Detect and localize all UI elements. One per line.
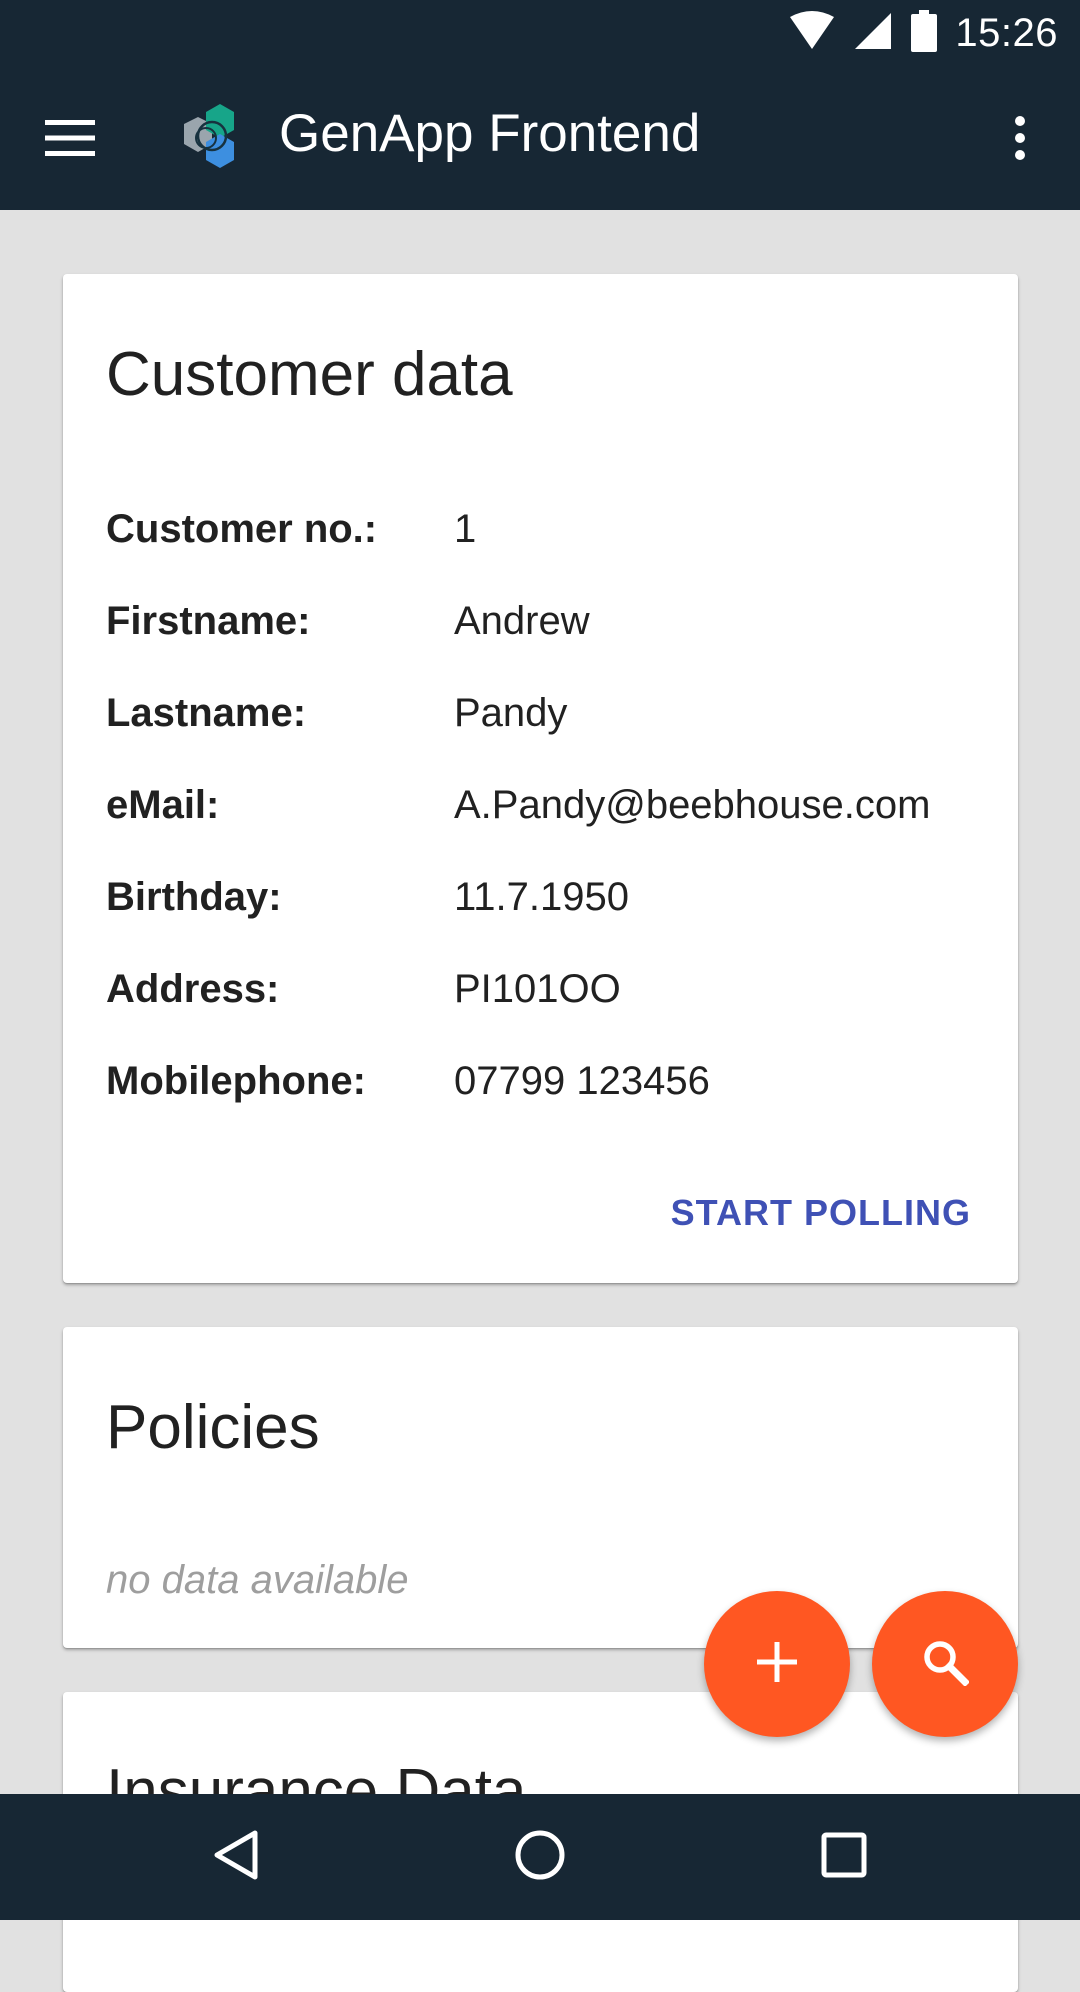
field-value: 11.7.1950 (454, 875, 629, 919)
app-logo (176, 102, 246, 172)
navigation-bar (0, 1794, 1080, 1920)
field-row-mobilephone: Mobilephone: 07799 123456 (106, 1056, 986, 1106)
status-time: 15:26 (955, 10, 1058, 55)
wifi-icon (789, 10, 835, 56)
field-label: Birthday: (106, 875, 282, 919)
field-row-birthday: Birthday: 11.7.1950 (106, 872, 986, 922)
add-icon (757, 1641, 797, 1687)
field-value: A.Pandy@beebhouse.com (454, 783, 931, 827)
recents-icon (821, 1832, 867, 1883)
field-value: PI101OO (454, 967, 621, 1011)
cellular-signal-icon (853, 11, 893, 56)
field-value: 1 (454, 507, 477, 551)
field-row-firstname: Firstname: Andrew (106, 596, 986, 646)
field-label: eMail: (106, 783, 220, 827)
home-button[interactable] (500, 1817, 580, 1897)
home-icon (514, 1829, 566, 1886)
field-label: Firstname: (106, 599, 311, 643)
battery-icon (911, 9, 938, 57)
field-row-email: eMail: A.Pandy@beebhouse.com (106, 780, 986, 830)
back-button[interactable] (196, 1817, 276, 1897)
app-title: GenApp Frontend (279, 104, 701, 163)
field-row-address: Address: PI101OO (106, 964, 986, 1014)
status-icons: 15:26 (789, 0, 1058, 66)
field-label: Mobilephone: (106, 1059, 366, 1103)
recents-button[interactable] (804, 1817, 884, 1897)
field-value: Andrew (454, 599, 590, 643)
add-fab-button[interactable] (704, 1591, 850, 1737)
field-value: 07799 123456 (454, 1059, 710, 1103)
search-icon (921, 1638, 970, 1691)
search-fab-button[interactable] (872, 1591, 1018, 1737)
menu-button[interactable] (40, 110, 100, 170)
field-row-lastname: Lastname: Pandy (106, 688, 986, 738)
start-polling-button[interactable]: START POLLING (671, 1190, 971, 1236)
field-label: Customer no.: (106, 507, 378, 551)
more-vert-icon (1014, 115, 1026, 165)
field-row-customer-no: Customer no.: 1 (106, 504, 986, 554)
menu-icon (45, 119, 95, 161)
field-label: Address: (106, 967, 280, 1011)
app-bar: GenApp Frontend (0, 66, 1080, 210)
customer-data-card (63, 274, 1018, 1283)
customer-card-title: Customer data (106, 340, 513, 409)
field-label: Lastname: (106, 691, 307, 735)
policies-empty-text: no data available (106, 1558, 409, 1602)
field-value: Pandy (454, 691, 568, 735)
policies-card-title: Policies (106, 1393, 320, 1462)
back-icon (213, 1829, 259, 1886)
overflow-menu-button[interactable] (990, 110, 1050, 170)
status-bar: 15:26 (0, 0, 1080, 66)
